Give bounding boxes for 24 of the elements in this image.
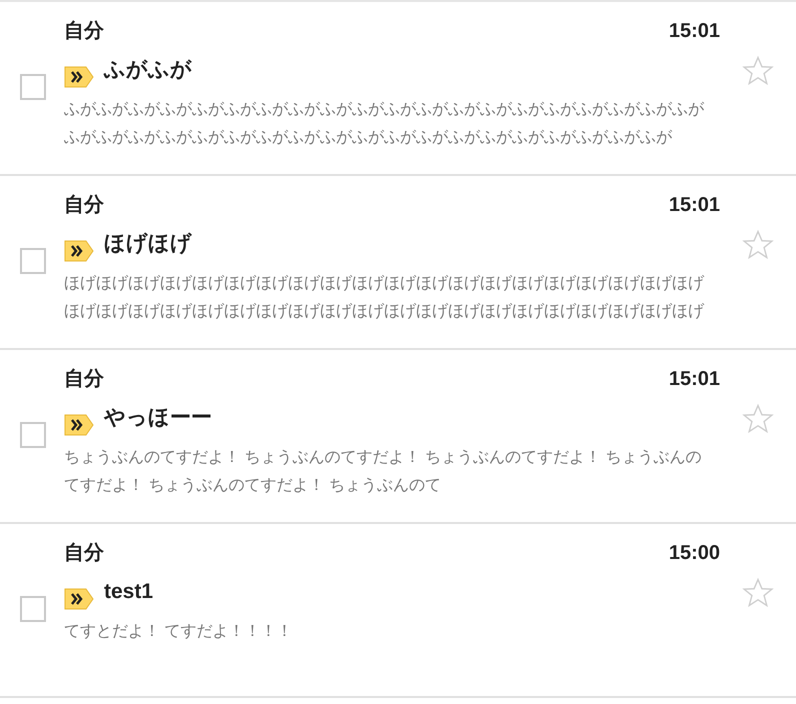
message-time: 15:00 xyxy=(668,541,720,566)
checkbox[interactable] xyxy=(20,596,46,622)
star-icon[interactable] xyxy=(741,54,775,88)
sender-name: 自分 xyxy=(64,367,104,392)
checkbox[interactable] xyxy=(20,422,46,448)
message-snippet: ほげほげほげほげほげほげほげほげほげほげほげほげほげほげほげほげほげほげほげほげほげほげほげほげほげほげほげほげほげほげほげほげほげほげほげほげほげほげほげほげ xyxy=(64,274,706,322)
message-time: 15:01 xyxy=(668,193,720,218)
checkbox[interactable] xyxy=(20,74,46,100)
message-subject: test1 xyxy=(104,579,154,605)
sender-name: 自分 xyxy=(64,19,104,44)
message-subject: ふがふが xyxy=(104,57,192,83)
message-snippet: ふがふがふがふがふがふがふがふがふがふがふがふがふがふがふがふがふがふがふがふがふがふがふがふがふがふがふがふがふがふがふがふがふがふがふがふがふがふがふが xyxy=(64,100,706,148)
message-subject: やっほーー xyxy=(104,405,212,431)
star-icon[interactable] xyxy=(741,576,775,610)
sender-name: 自分 xyxy=(64,193,104,218)
star-icon[interactable] xyxy=(741,228,775,262)
checkbox[interactable] xyxy=(20,248,46,274)
message-snippet: てすとだよ！ てすだよ！！！！ xyxy=(64,622,294,642)
star-icon[interactable] xyxy=(741,402,775,436)
message-subject: ほげほげ xyxy=(104,231,192,257)
message-time: 15:01 xyxy=(668,19,720,44)
sender-name: 自分 xyxy=(64,541,104,566)
message-time: 15:01 xyxy=(668,367,720,392)
message-snippet: ちょうぶんのてすだよ！ ちょうぶんのてすだよ！ ちょうぶんのてすだよ！ ちょうぶんのてすだよ！ ちょうぶんのてすだよ！ ちょうぶんのて xyxy=(64,448,702,496)
